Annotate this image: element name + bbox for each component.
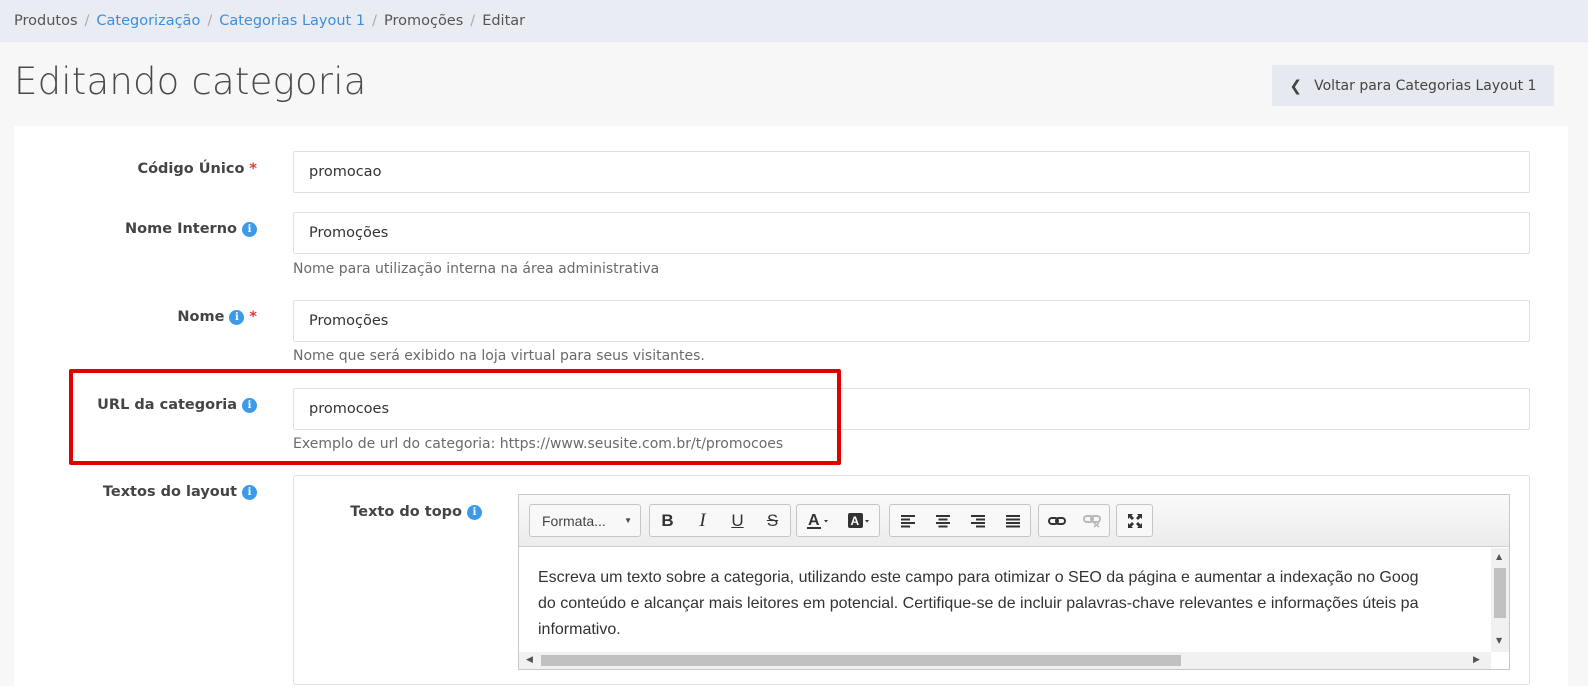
nome-interno-label: Nome Interno i bbox=[125, 221, 257, 237]
required-mark: * bbox=[249, 161, 257, 177]
page-title: Editando categoria bbox=[14, 60, 367, 103]
breadcrumb-link-categorias-layout[interactable]: Categorias Layout 1 bbox=[219, 13, 365, 29]
editor-content-area[interactable]: Escreva um texto sobre a categoria, util… bbox=[519, 548, 1489, 652]
codigo-unico-value: promocao bbox=[309, 164, 382, 180]
svg-text:A: A bbox=[850, 514, 859, 528]
info-icon[interactable]: i bbox=[229, 309, 245, 325]
fullscreen-icon[interactable] bbox=[1117, 505, 1152, 536]
format-select-value: Formata... bbox=[542, 512, 606, 529]
nome-input[interactable]: Promoções bbox=[293, 300, 1530, 342]
horizontal-scroll-thumb[interactable] bbox=[541, 655, 1181, 666]
chevron-left-icon: ❮ bbox=[1289, 76, 1303, 95]
link-group bbox=[1038, 504, 1110, 537]
align-center-icon[interactable] bbox=[925, 505, 960, 536]
info-icon[interactable]: i bbox=[242, 221, 257, 237]
info-icon[interactable]: i bbox=[467, 504, 482, 520]
info-icon[interactable]: i bbox=[242, 484, 257, 500]
breadcrumb-separator: / bbox=[372, 13, 377, 29]
editor-text-line: Escreva um texto sobre a categoria, util… bbox=[538, 569, 1419, 586]
text-style-group: B I U S bbox=[649, 504, 791, 537]
background-color-icon[interactable]: A bbox=[838, 505, 879, 536]
color-group: A A bbox=[796, 504, 880, 537]
alignment-group bbox=[889, 504, 1031, 537]
horizontal-scrollbar[interactable]: ◀ ▶ bbox=[519, 652, 1491, 669]
format-group: Formata... ▼ bbox=[529, 504, 641, 537]
texto-topo-label: Texto do topo i bbox=[350, 504, 482, 520]
unlink-icon[interactable] bbox=[1074, 505, 1109, 536]
nome-help: Nome que será exibido na loja virtual pa… bbox=[293, 348, 705, 364]
breadcrumb: Produtos / Categorização / Categorias La… bbox=[0, 0, 1588, 42]
back-to-categories-button[interactable]: ❮ Voltar para Categorias Layout 1 bbox=[1272, 65, 1554, 106]
nome-interno-help: Nome para utilização interna na área adm… bbox=[293, 261, 660, 277]
nome-interno-value: Promoções bbox=[309, 225, 389, 241]
breadcrumb-item-promocoes: Promoções bbox=[383, 13, 464, 29]
info-icon[interactable]: i bbox=[242, 397, 257, 413]
breadcrumb-item-produtos: Produtos bbox=[14, 13, 78, 29]
underline-icon[interactable]: U bbox=[720, 505, 755, 536]
url-categoria-input[interactable]: promocoes bbox=[293, 388, 1530, 430]
url-categoria-label-text: URL da categoria bbox=[97, 397, 237, 413]
strikethrough-icon[interactable]: S bbox=[755, 505, 790, 536]
url-categoria-help: Exemplo de url do categoria: https://www… bbox=[293, 436, 784, 452]
back-button-label: Voltar para Categorias Layout 1 bbox=[1314, 77, 1537, 94]
scroll-left-arrow-icon[interactable]: ◀ bbox=[526, 655, 533, 665]
editor-text-line: informativo. bbox=[538, 621, 621, 638]
scroll-up-arrow-icon[interactable]: ▲ bbox=[1496, 552, 1502, 561]
scroll-down-arrow-icon[interactable]: ▼ bbox=[1496, 636, 1502, 645]
url-categoria-value: promocoes bbox=[309, 401, 390, 417]
editor-text-line: do conteúdo e alcançar mais leitores em … bbox=[538, 595, 1419, 612]
italic-icon[interactable]: I bbox=[685, 505, 720, 536]
caret-down-icon: ▼ bbox=[624, 516, 632, 525]
codigo-unico-label: Código Único * bbox=[137, 161, 257, 177]
vertical-scroll-thumb[interactable] bbox=[1494, 568, 1506, 618]
textos-layout-label: Textos do layout i bbox=[103, 484, 257, 500]
breadcrumb-separator: / bbox=[207, 13, 213, 29]
link-icon[interactable] bbox=[1039, 505, 1074, 536]
codigo-unico-input[interactable]: promocao bbox=[293, 151, 1530, 193]
codigo-unico-label-text: Código Único bbox=[137, 161, 245, 177]
breadcrumb-link-categorizacao[interactable]: Categorização bbox=[96, 13, 200, 29]
format-select[interactable]: Formata... ▼ bbox=[530, 505, 640, 536]
nome-value: Promoções bbox=[309, 313, 389, 329]
nome-label: Nome i * bbox=[177, 309, 257, 325]
rich-text-editor: Formata... ▼ B I U S A A Escreva um text… bbox=[518, 494, 1510, 670]
bold-icon[interactable]: B bbox=[650, 505, 685, 536]
fullscreen-group bbox=[1116, 504, 1153, 537]
nome-interno-input[interactable]: Promoções bbox=[293, 212, 1530, 254]
align-justify-icon[interactable] bbox=[995, 505, 1030, 536]
url-categoria-label: URL da categoria i bbox=[97, 397, 257, 413]
texto-topo-label-text: Texto do topo bbox=[350, 504, 462, 520]
nome-label-text: Nome bbox=[177, 309, 225, 325]
breadcrumb-separator: / bbox=[84, 13, 90, 29]
vertical-scrollbar[interactable]: ▲ ▼ bbox=[1491, 548, 1509, 652]
breadcrumb-separator: / bbox=[470, 13, 476, 29]
text-color-icon[interactable]: A bbox=[797, 505, 838, 536]
editor-toolbar: Formata... ▼ B I U S A A bbox=[519, 495, 1509, 547]
required-mark: * bbox=[249, 309, 257, 325]
align-left-icon[interactable] bbox=[890, 505, 925, 536]
nome-interno-label-text: Nome Interno bbox=[124, 221, 237, 237]
breadcrumb-item-editar: Editar bbox=[482, 13, 526, 29]
svg-text:A: A bbox=[808, 512, 820, 529]
scroll-right-arrow-icon[interactable]: ▶ bbox=[1473, 655, 1480, 665]
textos-layout-label-text: Textos do layout bbox=[102, 484, 237, 500]
align-right-icon[interactable] bbox=[960, 505, 995, 536]
